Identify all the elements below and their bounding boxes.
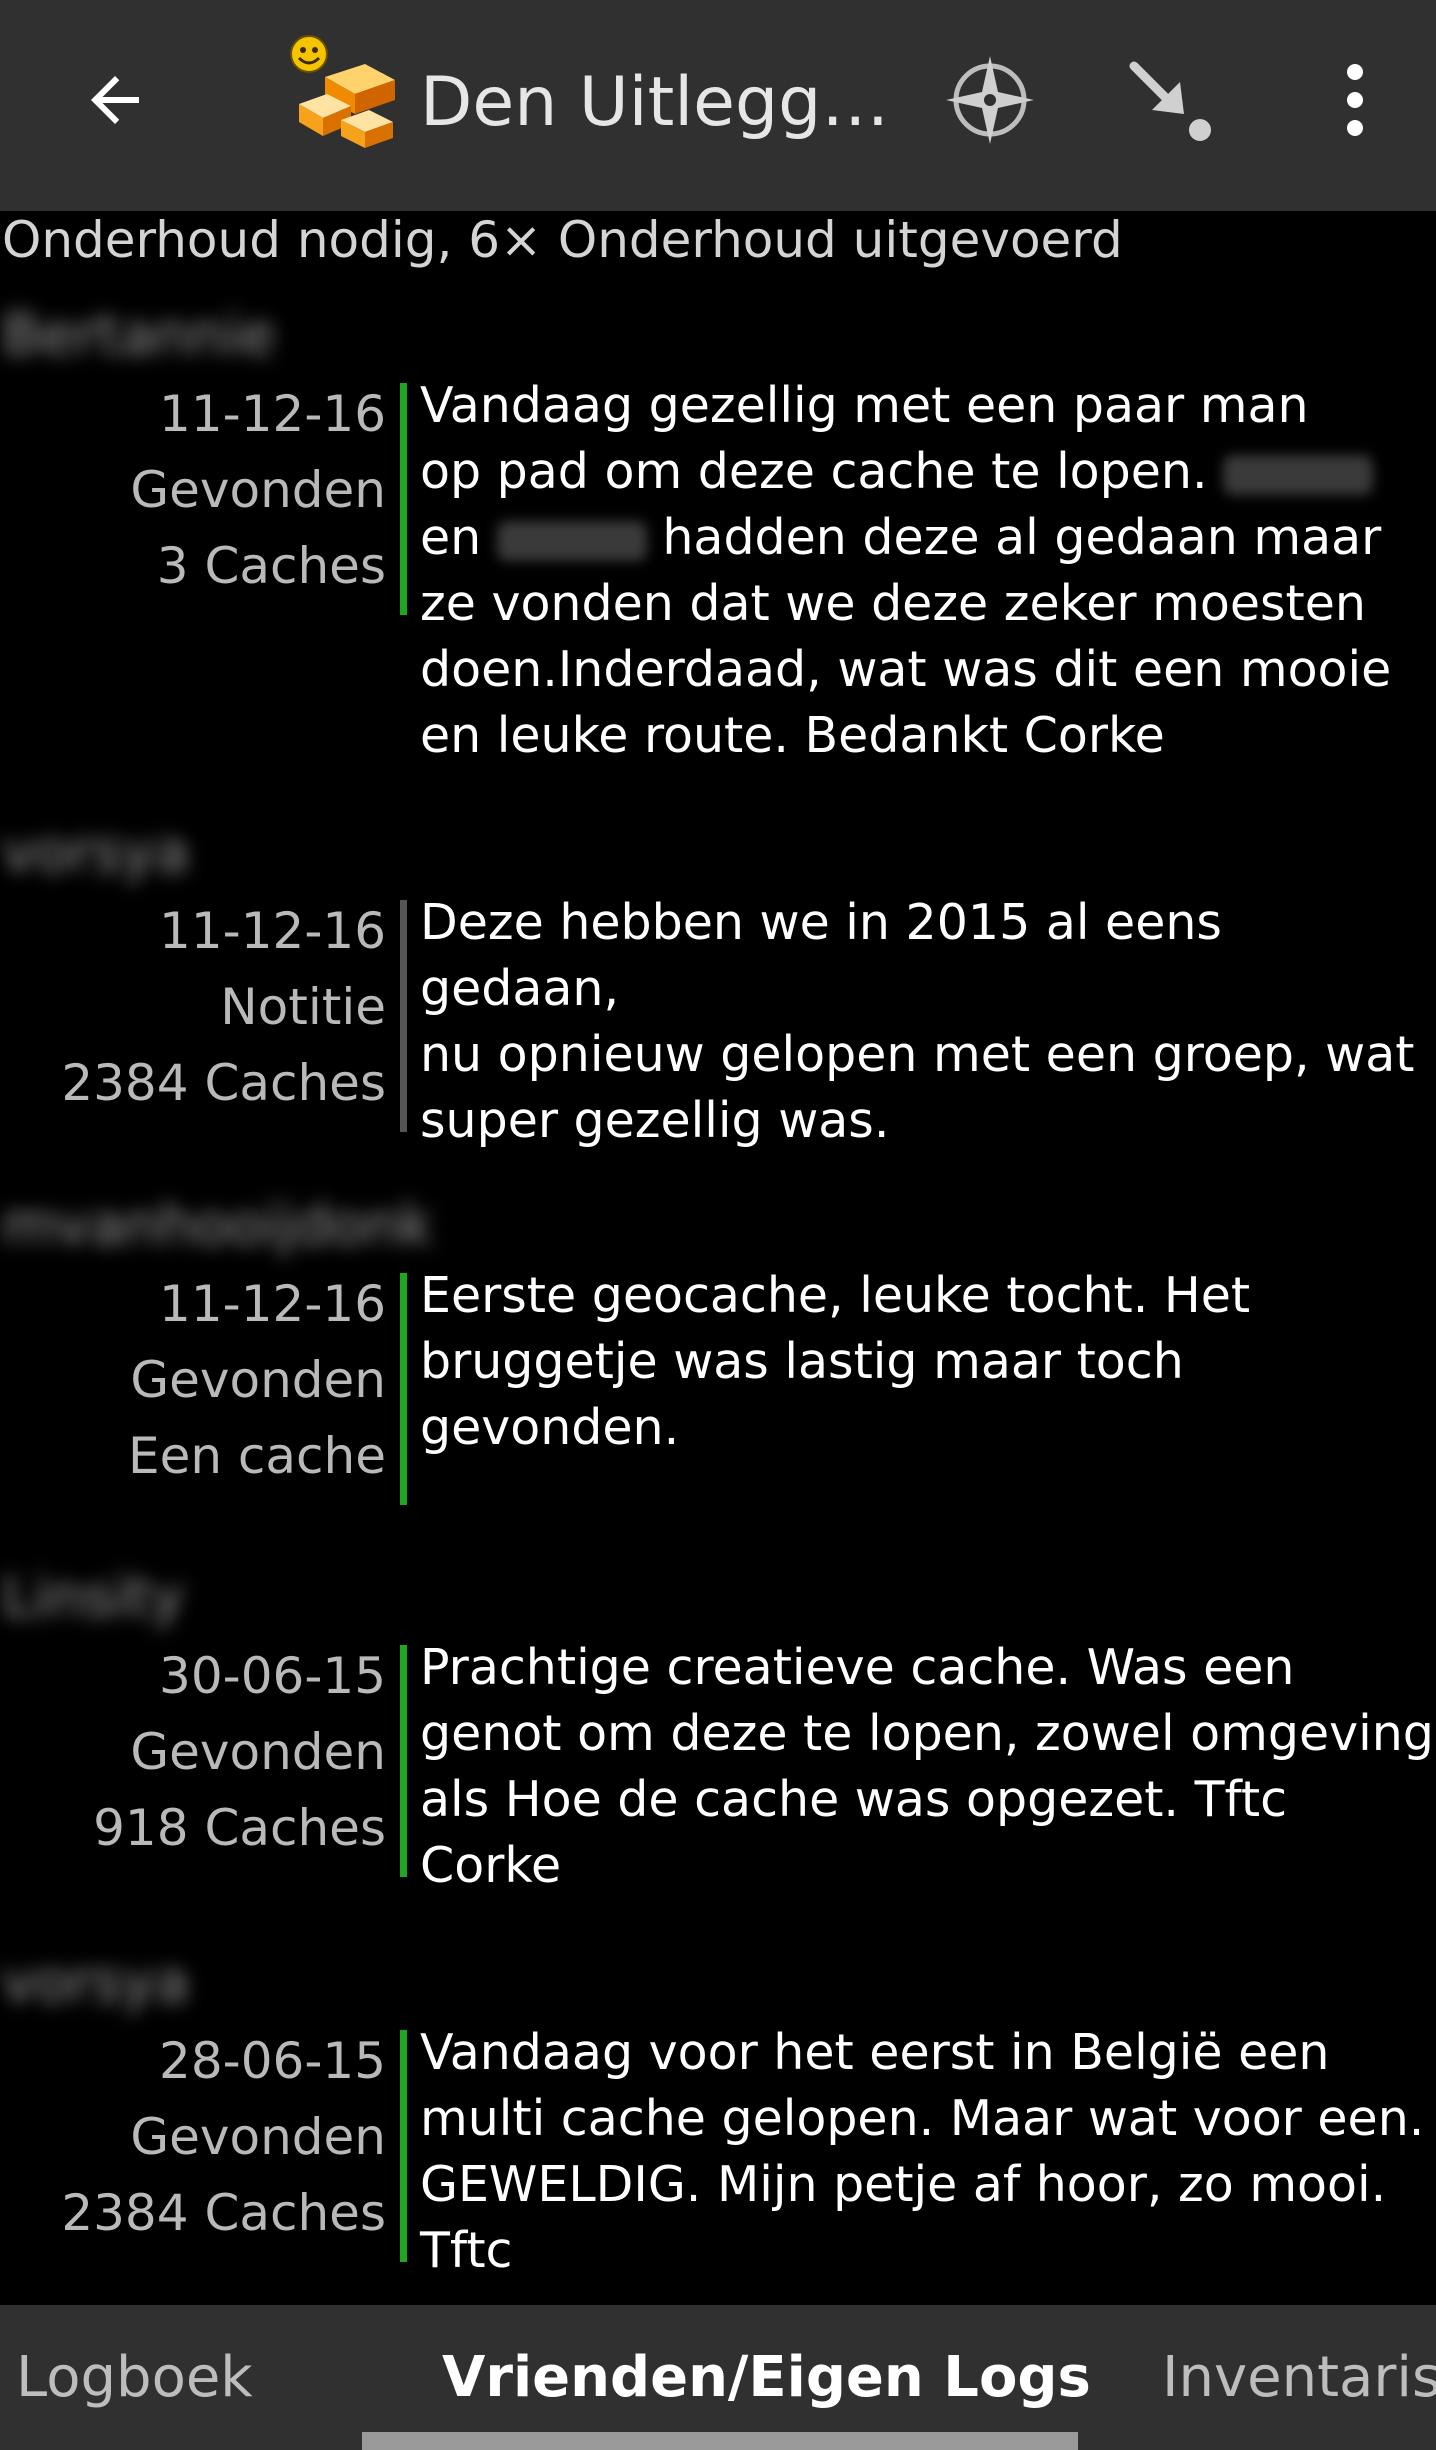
compass-button[interactable] [935,45,1045,155]
redacted-name [1223,454,1374,495]
log-text: Vandaag gezellig met een paar man op pad… [420,373,1436,769]
log-author[interactable]: Linsity [2,1563,184,1633]
app-bar: Den Uitlegger… [0,0,1436,211]
log-finds-count: 3 Caches [156,537,386,595]
active-tab-indicator [362,2432,1078,2450]
tab-friends-own-logs[interactable]: Vrienden/Eigen Logs [442,2305,1091,2450]
log-entry[interactable]: Bertannie 11-12-16 Gevonden 3 Caches Van… [0,301,1436,821]
tab-logboek[interactable]: Logboek [16,2305,253,2450]
log-type: Notitie [220,978,386,1036]
log-date: 30-06-15 [159,1647,386,1705]
navigate-icon [1129,61,1211,141]
more-vert-icon [1347,64,1363,136]
log-meta: 11-12-16 Gevonden Een cache [0,1266,386,1494]
log-date: 11-12-16 [159,902,386,960]
log-finds-count: 2384 Caches [61,1054,386,1112]
log-date: 11-12-16 [159,1275,386,1333]
multi-cache-icon [285,32,405,152]
arrow-left-icon [91,76,139,124]
log-summary: Onderhoud nodig, 6× Onderhoud uitgevoerd [2,211,1123,269]
log-author[interactable]: vorsya [2,1948,189,2018]
log-type: Gevonden [130,1351,386,1409]
log-meta: 11-12-16 Gevonden 3 Caches [0,376,386,604]
log-status-bar [400,900,407,1132]
log-entry[interactable]: vorsya 11-12-16 Notitie 2384 Caches Deze… [0,818,1436,1178]
log-status-bar [400,1645,407,1877]
log-status-bar [400,2030,407,2262]
log-date: 11-12-16 [159,385,386,443]
log-status-bar [400,383,407,615]
log-author[interactable]: vorsya [2,818,189,888]
redacted-name [496,520,647,561]
navigate-button[interactable] [1115,45,1225,155]
log-type: Gevonden [130,2108,386,2166]
log-status-bar [400,1273,407,1505]
log-text: Vandaag voor het eerst in België een mul… [420,2024,1425,2279]
log-text: Eerste geocache, leuke tocht. Het brugge… [420,1267,1251,1456]
log-entry[interactable]: Linsity 30-06-15 Gevonden 918 Caches Pra… [0,1563,1436,1953]
tab-bar: Logboek Vrienden/Eigen Logs Inventaris [0,2305,1436,2450]
compass-icon [946,56,1034,144]
log-entry[interactable]: mvanhooijdonk 11-12-16 Gevonden Een cach… [0,1191,1436,1551]
log-finds-count: Een cache [127,1427,386,1485]
log-entry[interactable]: vorsya 28-06-15 Gevonden 2384 Caches Van… [0,1948,1436,2305]
log-finds-count: 2384 Caches [61,2184,386,2242]
log-text-part: Vandaag gezellig met een paar man op pad… [420,377,1309,500]
log-meta: 30-06-15 Gevonden 918 Caches [0,1638,386,1866]
tab-inventaris[interactable]: Inventaris [1162,2305,1436,2450]
log-list[interactable]: Onderhoud nodig, 6× Onderhoud uitgevoerd… [0,211,1436,2305]
log-author[interactable]: mvanhooijdonk [2,1191,432,1261]
log-finds-count: 918 Caches [93,1799,386,1857]
log-author[interactable]: Bertannie [2,301,275,371]
log-text: Prachtige creatieve cache. Was een genot… [420,1639,1434,1894]
log-type: Gevonden [130,1723,386,1781]
log-date: 28-06-15 [159,2032,386,2090]
log-meta: 11-12-16 Notitie 2384 Caches [0,893,386,1121]
page-title: Den Uitlegger… [420,63,900,142]
log-meta: 28-06-15 Gevonden 2384 Caches [0,2023,386,2251]
back-button[interactable] [60,45,170,155]
log-type: Gevonden [130,461,386,519]
log-text-part: en [420,509,482,566]
log-text: Deze hebben we in 2015 al eens gedaan, n… [420,894,1415,1149]
more-options-button[interactable] [1300,45,1410,155]
